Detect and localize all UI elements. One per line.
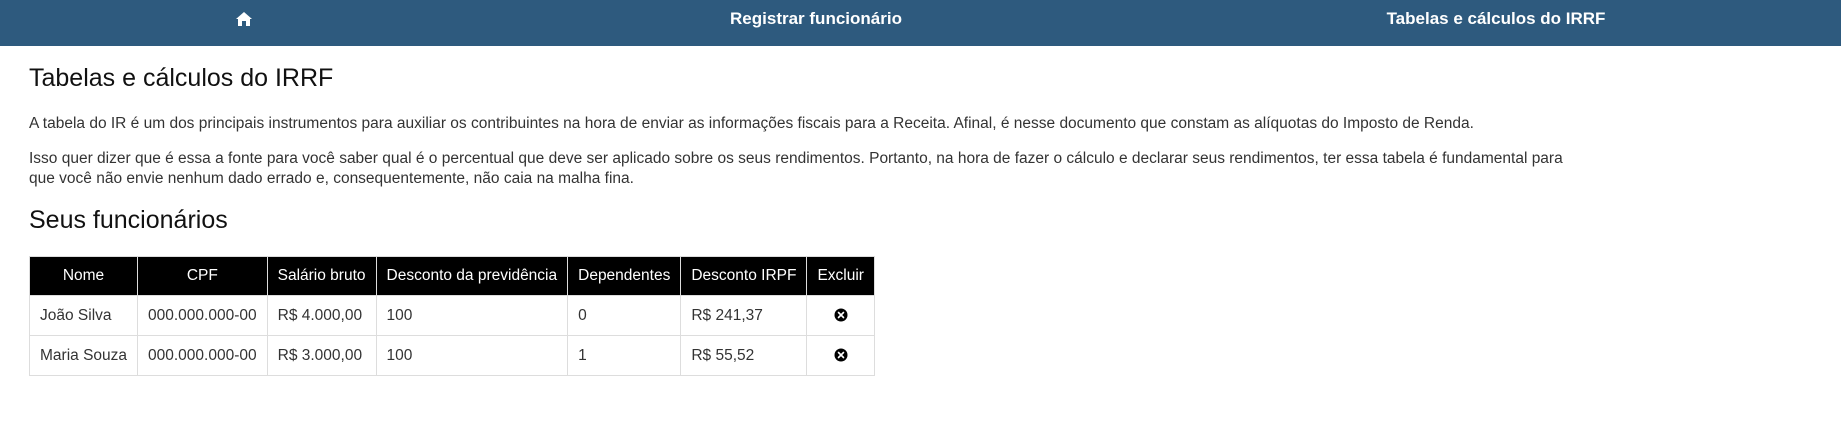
table-row: João Silva 000.000.000-00 R$ 4.000,00 10…	[28, 295, 875, 336]
cell-nome: Maria Souza	[28, 335, 139, 376]
cell-excluir	[806, 295, 875, 336]
column-header-desconto-irpf: Desconto IRPF	[680, 256, 808, 296]
cell-dependentes: 1	[567, 335, 682, 376]
cell-salario-bruto: R$ 3.000,00	[266, 335, 377, 376]
cell-nome: João Silva	[28, 295, 139, 336]
top-navbar: Registrar funcionário Tabelas e cálculos…	[0, 0, 1841, 46]
cell-desconto-previdencia: 100	[375, 335, 569, 376]
cell-dependentes: 0	[567, 295, 682, 336]
cell-excluir	[806, 335, 875, 376]
intro-paragraph-1: A tabela do IR é um dos principais instr…	[29, 115, 1474, 132]
cell-desconto-irpf: R$ 241,37	[680, 295, 808, 336]
cell-cpf: 000.000.000-00	[137, 335, 268, 376]
intro-paragraph-2: Isso quer dizer que é essa a fonte para …	[29, 150, 1563, 187]
cell-desconto-previdencia: 100	[375, 295, 569, 336]
table-row: Maria Souza 000.000.000-00 R$ 3.000,00 1…	[28, 335, 875, 376]
column-header-cpf: CPF	[137, 256, 268, 296]
employees-section-title: Seus funcionários	[29, 206, 228, 234]
home-icon	[236, 12, 252, 26]
cell-salario-bruto: R$ 4.000,00	[266, 295, 377, 336]
page-title: Tabelas e cálculos do IRRF	[29, 64, 334, 92]
column-header-desconto-previdencia: Desconto da previdência	[375, 256, 569, 296]
nav-register-employee-link[interactable]: Registrar funcionário	[660, 0, 972, 38]
cell-cpf: 000.000.000-00	[137, 295, 268, 336]
employees-table: Nome CPF Salário bruto Desconto da previ…	[28, 256, 875, 376]
column-header-dependentes: Dependentes	[567, 256, 682, 296]
cell-desconto-irpf: R$ 55,52	[680, 335, 808, 376]
nav-home-link[interactable]	[226, 0, 262, 38]
column-header-nome: Nome	[28, 256, 139, 296]
close-circle-icon[interactable]	[834, 308, 848, 322]
column-header-salario-bruto: Salário bruto	[266, 256, 377, 296]
nav-irrf-tables-link[interactable]: Tabelas e cálculos do IRRF	[1340, 0, 1652, 38]
column-header-excluir: Excluir	[806, 256, 875, 296]
close-circle-icon[interactable]	[834, 348, 848, 362]
table-header-row: Nome CPF Salário bruto Desconto da previ…	[28, 256, 875, 296]
